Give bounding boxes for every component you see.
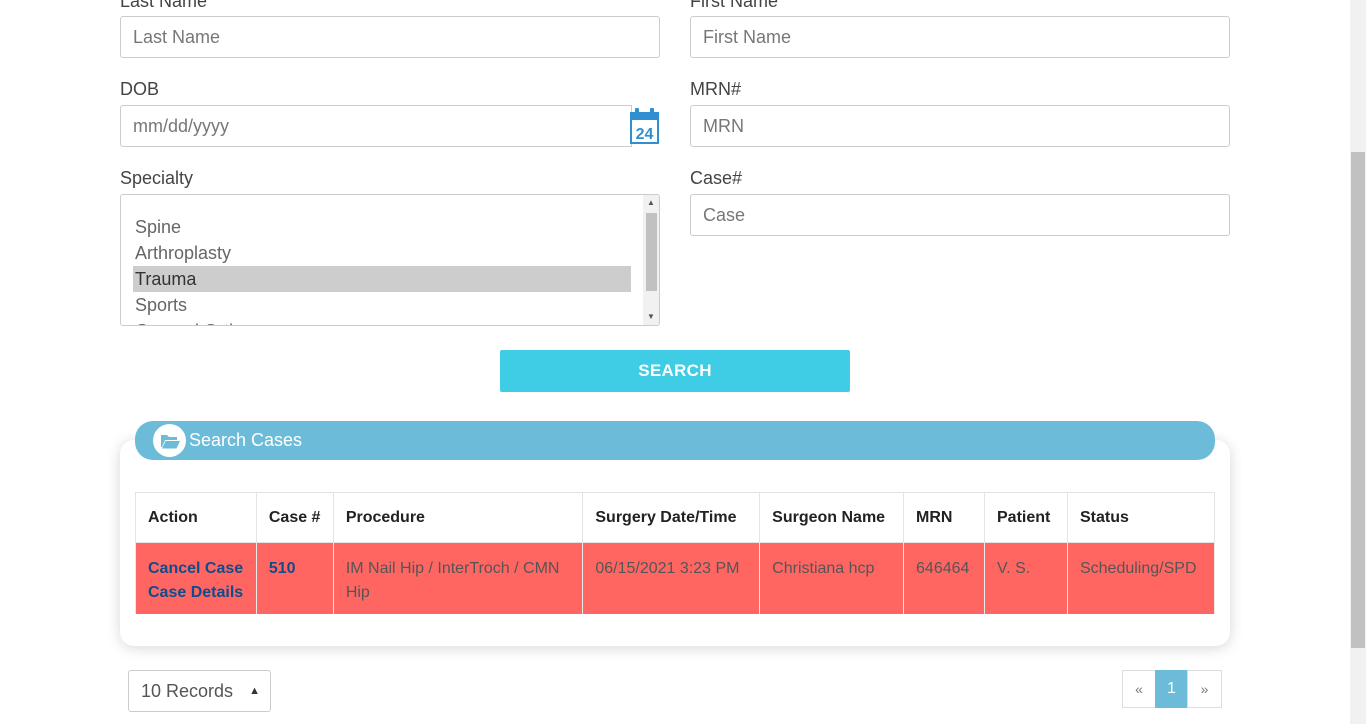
scroll-down-icon[interactable]: ▼ xyxy=(643,309,659,325)
cases-table: Action Case # Procedure Surgery Date/Tim… xyxy=(135,492,1216,614)
specialty-option[interactable]: Arthroplasty xyxy=(133,240,631,266)
case-label: Case# xyxy=(690,168,743,188)
specialty-option[interactable]: Sports xyxy=(133,292,631,318)
pagination-prev[interactable]: « xyxy=(1122,670,1156,708)
first-name-input[interactable] xyxy=(690,16,1230,58)
column-header-action[interactable]: Action xyxy=(135,492,257,543)
page-scroll-thumb[interactable] xyxy=(1351,152,1365,648)
column-header-surgeon[interactable]: Surgeon Name xyxy=(759,492,905,543)
surgery-date-cell: 06/15/2021 3:23 PM xyxy=(582,542,761,614)
listbox-scroll-thumb[interactable] xyxy=(646,213,657,291)
specialty-label: Specialty xyxy=(120,168,194,188)
column-header-status[interactable]: Status xyxy=(1066,492,1216,543)
action-cell: Cancel Case Case Details xyxy=(135,542,257,614)
pagination-page-1[interactable]: 1 xyxy=(1155,670,1188,708)
scroll-up-icon[interactable]: ▲ xyxy=(643,195,659,211)
dob-input[interactable] xyxy=(120,105,632,147)
results-header: Search Cases xyxy=(135,421,1215,460)
records-per-page-select[interactable]: 10 Records ▲▼ xyxy=(128,670,271,712)
surgeon-cell: Christiana hcp xyxy=(759,542,905,614)
dob-label: DOB xyxy=(120,79,160,99)
specialty-option[interactable]: Spine xyxy=(133,214,631,240)
search-button[interactable]: SEARCH xyxy=(500,350,850,392)
folder-open-icon xyxy=(153,424,186,457)
column-header-case[interactable]: Case # xyxy=(255,492,334,543)
cancel-case-link[interactable]: Cancel Case xyxy=(148,557,244,581)
results-title: Search Cases xyxy=(189,430,303,450)
mrn-cell: 646464 xyxy=(903,542,985,614)
case-details-link[interactable]: Case Details xyxy=(148,581,244,605)
table-header-row: Action Case # Procedure Surgery Date/Tim… xyxy=(135,492,1216,543)
case-number-cell: 510 xyxy=(255,542,334,614)
patient-cell: V. S. xyxy=(984,542,1068,614)
status-cell: Scheduling/SPD xyxy=(1066,542,1216,614)
specialty-option[interactable]: General Orth... xyxy=(133,318,631,325)
column-header-procedure[interactable]: Procedure xyxy=(332,492,584,543)
specialty-listbox[interactable]: Spine Arthroplasty Trauma Sports General… xyxy=(120,194,660,326)
mrn-label: MRN# xyxy=(690,79,742,99)
table-row: Cancel Case Case Details 510 IM Nail Hip… xyxy=(135,542,1216,614)
column-header-surgery-date[interactable]: Surgery Date/Time xyxy=(582,492,761,543)
last-name-label: Last Name xyxy=(120,0,208,11)
pagination-next[interactable]: » xyxy=(1187,670,1222,708)
calendar-day: 24 xyxy=(636,126,654,143)
calendar-icon[interactable]: 24 xyxy=(630,106,659,146)
specialty-option-selected[interactable]: Trauma xyxy=(133,266,631,292)
select-caret-icon: ▲▼ xyxy=(249,685,260,697)
records-select-value: 10 Records xyxy=(141,681,234,701)
column-header-mrn[interactable]: MRN xyxy=(903,492,985,543)
column-header-patient[interactable]: Patient xyxy=(984,492,1068,543)
last-name-input[interactable] xyxy=(120,16,660,58)
procedure-cell: IM Nail Hip / InterTroch / CMN Hip xyxy=(332,542,584,614)
case-input[interactable] xyxy=(690,194,1230,236)
mrn-input[interactable] xyxy=(690,105,1230,147)
first-name-label: First Name xyxy=(690,0,779,11)
